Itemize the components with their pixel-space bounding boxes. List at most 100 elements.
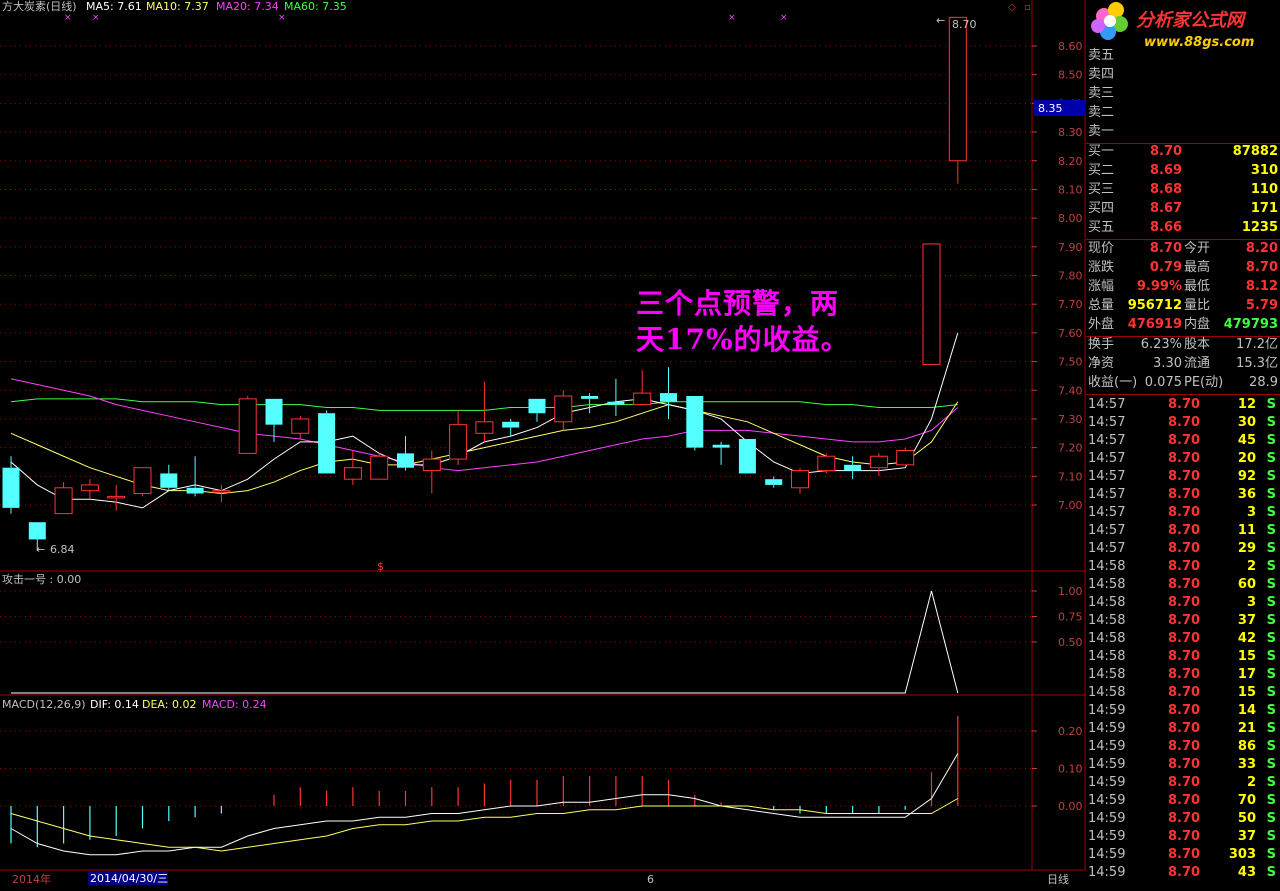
period-label[interactable]: 日线 [1047,872,1069,886]
tick-side: S [1266,865,1276,880]
candle-body [502,421,520,428]
candle[interactable] [712,441,730,465]
tick-time: 14:57 [1088,541,1126,556]
tick-volume: 30 [1237,415,1256,430]
candle[interactable] [607,378,625,417]
candle[interactable] [922,243,941,365]
candle[interactable] [238,395,257,454]
quote-stat-row: 收益(一) 0.075 PE(动) 28.9 [1086,374,1280,392]
candle[interactable] [844,456,862,480]
candle[interactable] [54,482,73,515]
stat-label: 现价 [1088,241,1115,256]
candle[interactable] [186,456,204,497]
candle[interactable] [817,453,836,474]
candle[interactable] [133,467,152,497]
stat-value: 8.20 [1245,241,1278,256]
trade-tick-row: 14:57 8.70 36 S [1086,486,1280,504]
buy-price: 8.70 [1150,144,1183,159]
candle[interactable] [686,395,704,451]
stat-value: 15.3亿 [1236,356,1278,371]
candle[interactable] [948,16,967,184]
tick-price: 8.70 [1168,415,1201,430]
candle[interactable] [291,416,310,440]
buy-price: 8.68 [1150,182,1183,197]
trade-tick-row: 14:59 8.70 37 S [1086,828,1280,846]
candle[interactable] [160,464,178,491]
stat-label: 总量 [1088,298,1115,313]
trade-tick-row: 14:59 8.70 86 S [1086,738,1280,756]
tick-price: 8.70 [1168,739,1201,754]
tick-price: 8.70 [1168,559,1201,574]
tick-time: 14:57 [1088,415,1126,430]
candle[interactable] [791,467,809,494]
candle[interactable] [80,479,99,500]
indicator-title: 攻击一号 : 0.00 [2,572,81,586]
candle[interactable] [528,398,546,422]
indicator-tick-label: 1.00 [1058,585,1083,598]
ma60-label: MA60: 7.35 [284,0,347,13]
candle[interactable] [449,410,468,465]
tick-volume: 43 [1237,865,1256,880]
trade-tick-row: 14:58 8.70 15 S [1086,648,1280,666]
expand-icon[interactable]: ▫ [1024,2,1031,13]
trade-tick-row: 14:57 8.70 12 S [1086,396,1280,414]
candle[interactable] [212,484,231,503]
candle[interactable] [107,484,126,511]
stat-label: 最低 [1184,279,1211,294]
buy-label: 买一 [1088,144,1115,159]
candle[interactable] [738,439,756,474]
candle[interactable] [869,453,888,477]
macd-tick-label: 0.10 [1058,763,1083,776]
tick-time: 14:57 [1088,433,1126,448]
candle[interactable] [343,450,362,485]
candle[interactable] [660,367,677,419]
tick-volume: 50 [1237,811,1256,826]
trade-tick-row: 14:57 8.70 20 S [1086,450,1280,468]
trade-tick-row: 14:59 8.70 70 S [1086,792,1280,810]
sell-label: 卖一 [1088,124,1115,139]
tick-time: 14:59 [1088,811,1126,826]
price-tick-label: 7.30 [1058,413,1083,426]
candle[interactable] [581,393,599,414]
tick-side: S [1266,433,1276,448]
order-book-buy-row: 买一 8.70 87882 [1086,143,1280,161]
price-tick-label: 7.80 [1058,270,1083,283]
tick-price: 8.70 [1168,721,1201,736]
candle[interactable] [554,390,573,431]
candle[interactable] [765,476,783,488]
candle[interactable] [318,410,336,474]
candle[interactable] [2,456,20,514]
candle[interactable] [397,436,414,471]
candle-body [318,413,336,474]
stat-label: 涨跌 [1088,260,1115,275]
tick-time: 14:58 [1088,631,1126,646]
tick-time: 14:57 [1088,469,1126,484]
tick-side: S [1266,703,1276,718]
candle[interactable] [633,370,652,406]
stat-value: 9.99% [1136,279,1182,294]
ma5-label: MA5: 7.61 [86,0,142,13]
quote-panel: 卖五 卖四 卖三 卖二 卖一 买一 8.70 87882 买二 8.69 310 买三 8.68 110 买… [1086,0,1280,891]
trade-tick-row: 14:58 8.70 3 S [1086,594,1280,612]
candle[interactable] [502,418,520,437]
candle[interactable] [422,450,441,494]
candle-body [633,392,652,406]
tick-side: S [1266,613,1276,628]
tick-time: 14:59 [1088,847,1126,862]
order-book-buy-row: 买二 8.69 310 [1086,162,1280,180]
stat-value: 956712 [1127,298,1182,313]
tick-volume: 12 [1237,397,1256,412]
candlesticks[interactable]: × × × × × [2,13,967,551]
candle[interactable] [896,447,915,466]
candle[interactable] [370,453,389,480]
candle-body [475,421,494,434]
diamond-icon[interactable]: ◇ [1008,2,1016,13]
tick-time: 14:58 [1088,613,1126,628]
price-tick-label: 7.90 [1058,241,1083,254]
tick-price: 8.70 [1168,703,1201,718]
tick-side: S [1266,469,1276,484]
price-tick-label: 8.00 [1058,212,1083,225]
candle-body [896,449,915,466]
candle-body [54,487,73,515]
stat-value: 6.23% [1140,337,1182,352]
